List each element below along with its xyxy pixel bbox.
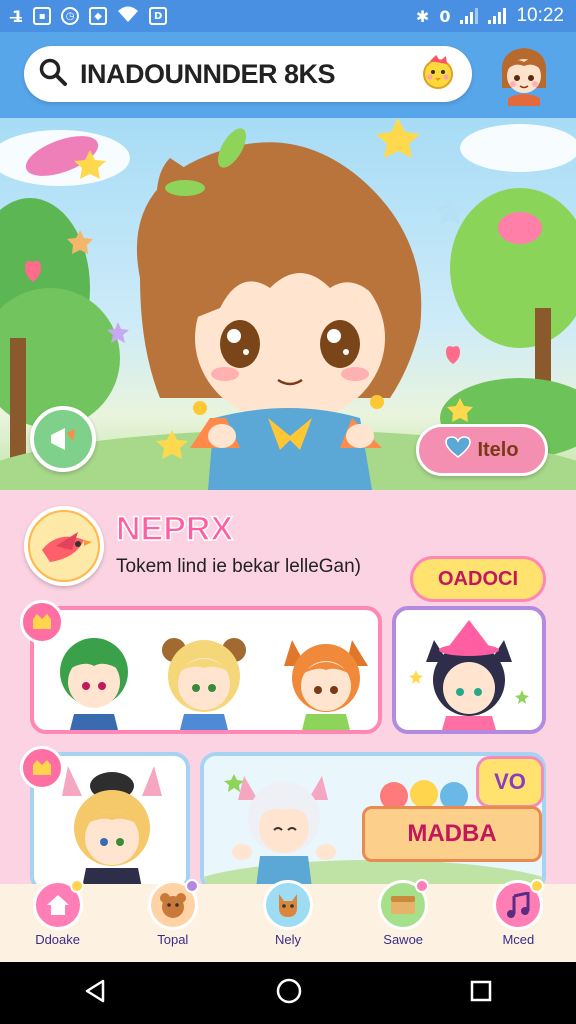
bear-icon <box>147 879 199 930</box>
nav-item-bear[interactable]: Topal <box>123 879 223 962</box>
vo-label: VO <box>494 769 526 794</box>
back-icon[interactable] <box>83 978 109 1008</box>
megaphone-button[interactable] <box>30 406 96 472</box>
profile-title: NEPRX <box>115 509 234 549</box>
vibrate-icon: 0 <box>439 6 451 26</box>
bottom-nav: Ddoake Topal Nely Sawoe Mced <box>0 879 576 962</box>
signal-icon <box>460 8 479 24</box>
home-circle-icon[interactable] <box>275 977 303 1009</box>
home-icon <box>32 879 84 930</box>
notification-icon: 1̶ <box>12 6 24 26</box>
profile-action-label: OADOCI <box>438 567 518 590</box>
signal-icon <box>488 8 507 24</box>
character-group-illustration <box>60 638 368 730</box>
search-icon[interactable] <box>38 57 68 91</box>
nav-label: Sawoe <box>383 932 424 947</box>
app-header: INADOUNNDER 8KS <box>0 32 576 118</box>
madba-sign[interactable]: MADBA <box>362 806 542 862</box>
alarm-icon: ◷ <box>61 7 80 25</box>
profile-action-button[interactable]: OADOCI <box>410 556 546 602</box>
nav-item-cat[interactable]: Nely <box>238 880 338 962</box>
character-card-group[interactable] <box>30 606 382 734</box>
nav-label: Ddoake <box>35 932 80 947</box>
witch-character-illustration <box>409 620 529 730</box>
plus-badge-icon <box>415 879 430 893</box>
status-time: 10:22 <box>516 5 564 26</box>
nav-item-music[interactable]: Mced <box>468 879 568 962</box>
search-bar[interactable]: INADOUNNDER 8KS <box>24 46 472 102</box>
nav-label: Topal <box>157 932 189 947</box>
box-icon <box>378 879 430 930</box>
character-card-witch[interactable] <box>392 606 546 734</box>
photo-icon: ▪ <box>33 7 52 25</box>
cat-icon <box>262 880 313 930</box>
search-query[interactable]: INADOUNNDER 8KS <box>80 59 418 90</box>
tag-icon: ◆ <box>89 7 108 25</box>
card-tag-icon <box>20 746 64 790</box>
storage-icon: D <box>149 7 168 25</box>
hello-label: Itelo <box>477 438 519 461</box>
nav-item-box[interactable]: Sawoe <box>353 879 453 962</box>
bird-icon <box>30 512 98 580</box>
user-avatar[interactable] <box>494 40 554 106</box>
nav-label: Nely <box>274 932 301 947</box>
bluetooth-icon: ✱ <box>415 6 430 26</box>
chick-icon[interactable] <box>418 52 458 96</box>
heart-icon <box>445 436 472 464</box>
vo-badge[interactable]: VO <box>476 756 544 808</box>
nav-item-home[interactable]: Ddoake <box>8 879 108 962</box>
status-right-icons: ✱ 0 10:22 <box>416 5 564 27</box>
plus-badge-icon <box>530 879 545 893</box>
music-icon <box>493 879 545 930</box>
plus-badge-icon <box>184 879 199 893</box>
madba-label: MADBA <box>407 820 497 847</box>
profile-avatar[interactable] <box>24 506 104 586</box>
wifi-icon <box>117 5 139 27</box>
hello-button[interactable]: Itelo <box>416 424 548 476</box>
status-bar: 1̶ ▪ ◷ ◆ D ✱ 0 10:22 <box>0 0 576 32</box>
profile-subtitle: Tokem lind ie bekar lelleGan) <box>116 556 362 577</box>
status-left-icons: 1̶ ▪ ◷ ◆ D <box>12 5 168 27</box>
recents-icon[interactable] <box>469 979 493 1007</box>
megaphone-icon <box>51 428 75 450</box>
card-tag-icon <box>20 600 64 644</box>
plus-badge-icon <box>69 879 84 893</box>
nav-label: Mced <box>502 932 535 947</box>
system-nav-bar <box>0 962 576 1024</box>
